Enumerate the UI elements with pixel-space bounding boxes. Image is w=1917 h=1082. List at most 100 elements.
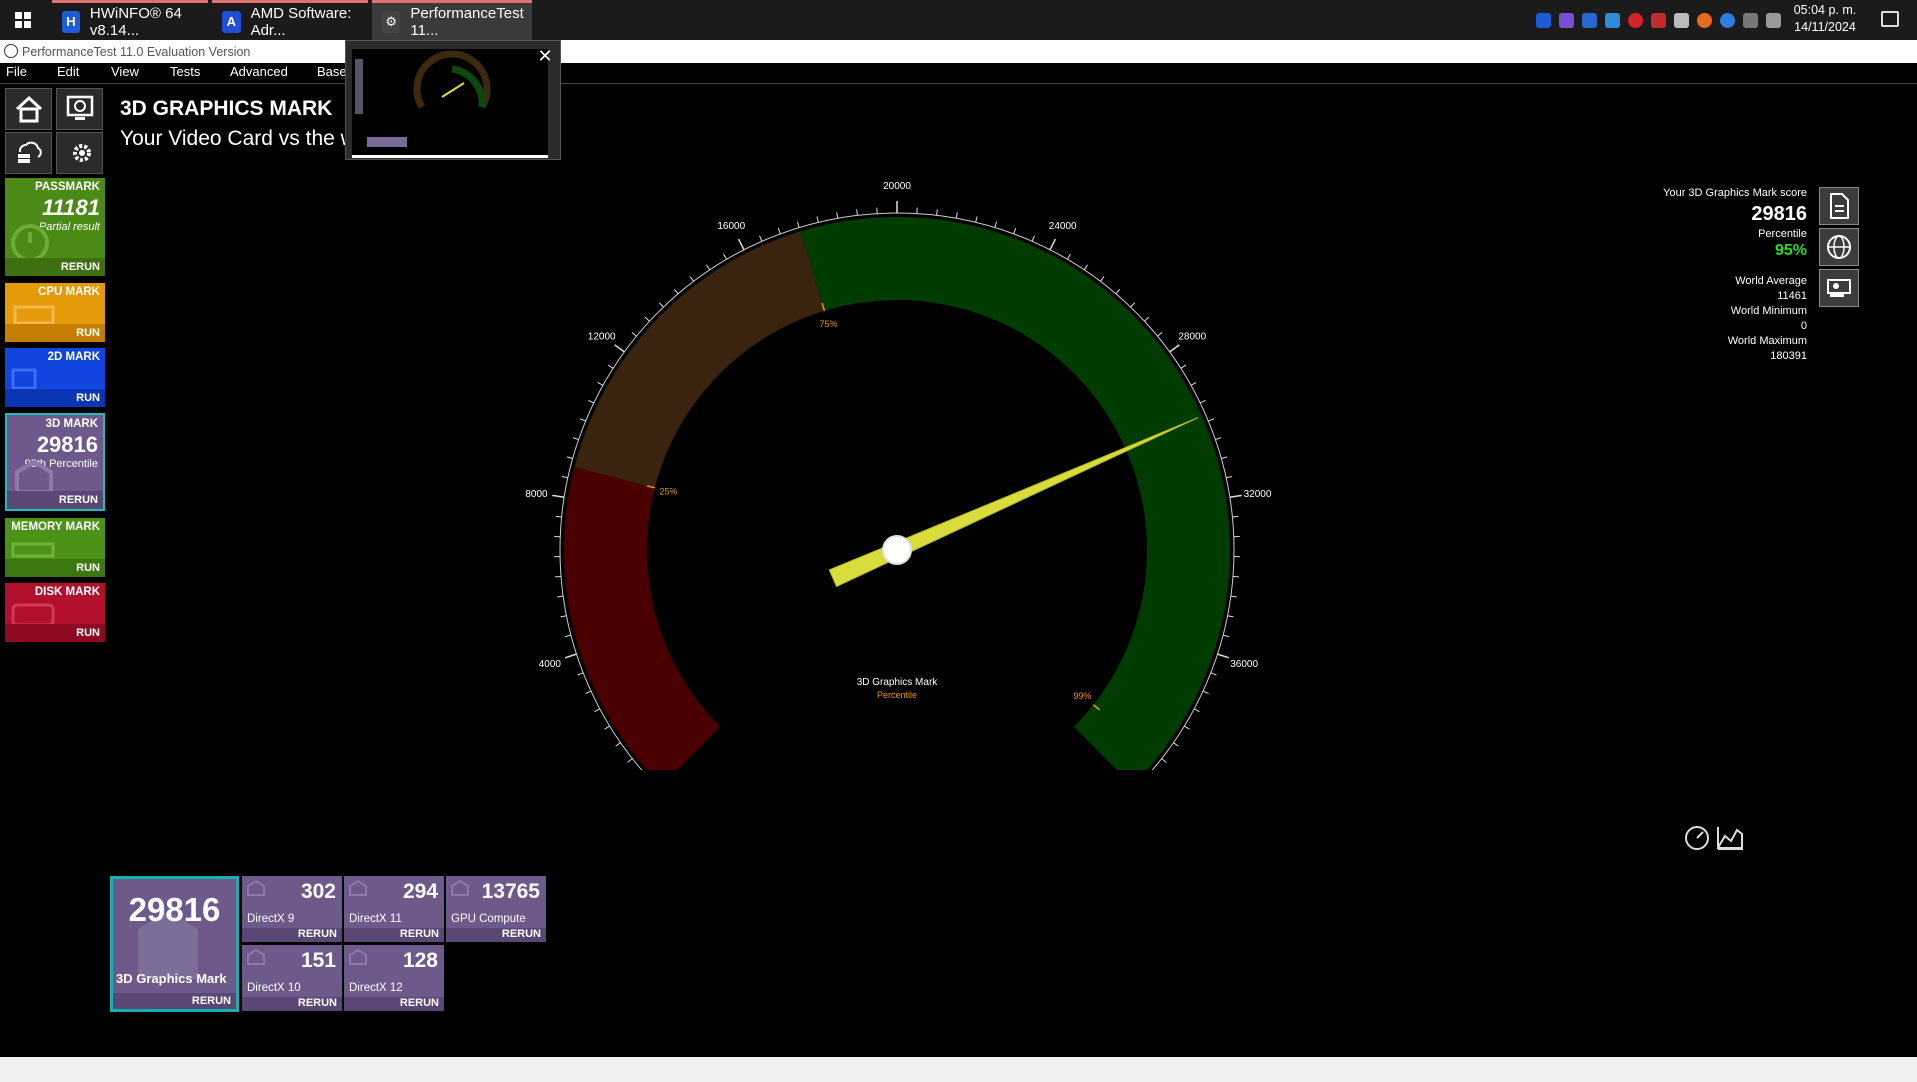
taskbar-app-performancetest[interactable]: ⚙ PerformanceTest 11...	[372, 0, 532, 40]
gauge-tick	[588, 399, 595, 404]
gauge-tick-label: 12000	[588, 331, 616, 342]
subtest-value: 294	[402, 880, 438, 903]
result-main-tile[interactable]: 29816 3D Graphics Mark RERUN	[110, 876, 239, 1012]
clock[interactable]: 05:04 p. m. 14/11/2024	[1790, 2, 1860, 36]
taskbar-app-hwinfo[interactable]: H HWiNFO® 64 v8.14...	[52, 0, 208, 40]
gauge-view-button[interactable]	[1683, 824, 1711, 852]
volume-icon[interactable]	[1766, 12, 1781, 28]
tile-passmark[interactable]: PASSMARK 11181 Partial result RERUN	[5, 178, 105, 276]
tray-app-icon[interactable]	[1605, 12, 1620, 28]
gauge-tick	[856, 209, 858, 216]
network-icon[interactable]	[1743, 12, 1758, 28]
globe-icon	[1827, 235, 1851, 259]
result-subtest-tile[interactable]: 13765 GPU Compute RERUN	[446, 876, 546, 942]
subtest-label: DirectX 11	[349, 913, 402, 925]
chart-view-button[interactable]	[1715, 824, 1745, 852]
tile-disk-mark[interactable]: DISK MARK RUN	[5, 583, 105, 642]
run-button[interactable]: RUN	[76, 562, 100, 574]
rerun-button[interactable]: RERUN	[502, 928, 541, 940]
page-subtitle: Your Video Card vs the w	[120, 127, 356, 150]
start-button[interactable]	[0, 0, 46, 40]
tray-app-icon[interactable]	[1536, 12, 1551, 28]
gauge-tick	[572, 437, 579, 441]
gauge-tick	[644, 316, 650, 322]
menu-tests[interactable]: Tests	[170, 63, 200, 81]
result-subtest-tile[interactable]: 294 DirectX 11 RERUN	[344, 876, 444, 942]
run-button[interactable]: RUN	[76, 627, 100, 639]
run-button[interactable]: RUN	[76, 392, 100, 404]
rerun-button[interactable]: RERUN	[61, 261, 100, 273]
menu-edit[interactable]: Edit	[57, 63, 79, 81]
run-button[interactable]: RUN	[76, 327, 100, 339]
result-subtest-tile[interactable]: 151 DirectX 10 RERUN	[242, 945, 342, 1011]
gauge-tick	[1184, 725, 1190, 730]
world-minimum-label: World Minimum	[1730, 305, 1807, 317]
tile-cpu-mark[interactable]: CPU MARK RUN	[5, 283, 105, 342]
tile-3d-mark[interactable]: 3D MARK 29816 95th Percentile RERUN	[5, 413, 105, 511]
world-maximum-label: World Maximum	[1727, 335, 1807, 347]
tile-2d-mark[interactable]: 2D MARK RUN	[5, 348, 105, 407]
gauge-tick-label: 16000	[717, 221, 745, 232]
gauge-tick	[796, 221, 800, 228]
gauge-tick-label: 36000	[1230, 659, 1258, 670]
rerun-button[interactable]: RERUN	[59, 494, 98, 506]
gauge-tick	[1199, 399, 1206, 404]
notification-icon[interactable]	[1881, 11, 1899, 27]
system-info-button[interactable]	[56, 88, 103, 130]
rerun-button[interactable]: RERUN	[298, 997, 337, 1009]
tray-app-icon[interactable]	[1697, 12, 1712, 28]
gauge-needle-hub	[882, 535, 912, 565]
tray-app-icon[interactable]	[1628, 12, 1643, 28]
status-bar	[0, 1057, 1917, 1082]
gauge-tick	[1193, 708, 1200, 713]
tile-title: PASSMARK	[35, 181, 100, 193]
gauge-tick-label: 4000	[539, 659, 562, 670]
tray-app-icon[interactable]	[1559, 12, 1574, 28]
tile-value: 29816	[36, 432, 98, 457]
3d-object-icon	[247, 879, 265, 896]
menu-file[interactable]: File	[6, 63, 27, 81]
page-title: 3D GRAPHICS MARK	[120, 97, 333, 120]
gauge-tick	[1083, 264, 1088, 271]
gauge-band-mid	[574, 231, 825, 488]
settings-button[interactable]	[56, 132, 103, 174]
tray-app-icon[interactable]	[1674, 12, 1689, 28]
gauge-tick	[955, 212, 958, 219]
gauge-tick	[816, 216, 819, 223]
cloud-results-button[interactable]	[5, 132, 52, 174]
export-document-button[interactable]	[1819, 187, 1859, 225]
result-subtest-tile[interactable]: 128 DirectX 12 RERUN	[344, 945, 444, 1011]
menu-bar: File Edit View Tests Advanced Basel	[0, 63, 1917, 84]
app-logo-icon	[4, 44, 18, 58]
menu-view[interactable]: View	[111, 63, 139, 81]
rerun-button[interactable]: RERUN	[298, 928, 337, 940]
bluetooth-icon[interactable]	[1720, 12, 1735, 28]
gauge-percent-label: 75%	[819, 319, 837, 329]
gauge-tick	[1049, 238, 1057, 251]
tray-app-icon[interactable]	[1582, 12, 1597, 28]
rerun-button[interactable]: RERUN	[192, 995, 231, 1007]
taskbar-thumbnail-preview[interactable]: ✕	[345, 40, 561, 160]
rerun-button[interactable]: RERUN	[400, 928, 439, 940]
close-icon[interactable]: ✕	[533, 44, 557, 68]
gauge-tick	[564, 653, 577, 659]
gauge-tick	[1226, 476, 1233, 479]
graphics-card-button[interactable]	[1819, 269, 1859, 307]
gauge-tick	[1208, 418, 1215, 422]
percentile-value: 95%	[1774, 242, 1807, 259]
world-compare-button[interactable]	[1819, 228, 1859, 266]
taskbar-app-amd[interactable]: A AMD Software: Adr...	[212, 0, 368, 40]
gauge-tick-label: 28000	[1178, 331, 1206, 342]
home-button[interactable]	[5, 88, 52, 130]
hwinfo-icon: H	[62, 10, 80, 33]
gauge-tick-label: 20000	[883, 181, 911, 192]
gauge-tick	[936, 209, 938, 216]
tile-memory-mark[interactable]: MEMORY MARK RUN	[5, 518, 105, 577]
gauge-tick	[557, 595, 564, 598]
tray-app-icon[interactable]	[1651, 12, 1666, 28]
rerun-button[interactable]: RERUN	[400, 997, 439, 1009]
3d-object-icon	[451, 879, 469, 896]
result-subtest-tile[interactable]: 302 DirectX 9 RERUN	[242, 876, 342, 942]
percentile-label: Percentile	[1758, 228, 1807, 240]
menu-advanced[interactable]: Advanced	[230, 63, 288, 81]
